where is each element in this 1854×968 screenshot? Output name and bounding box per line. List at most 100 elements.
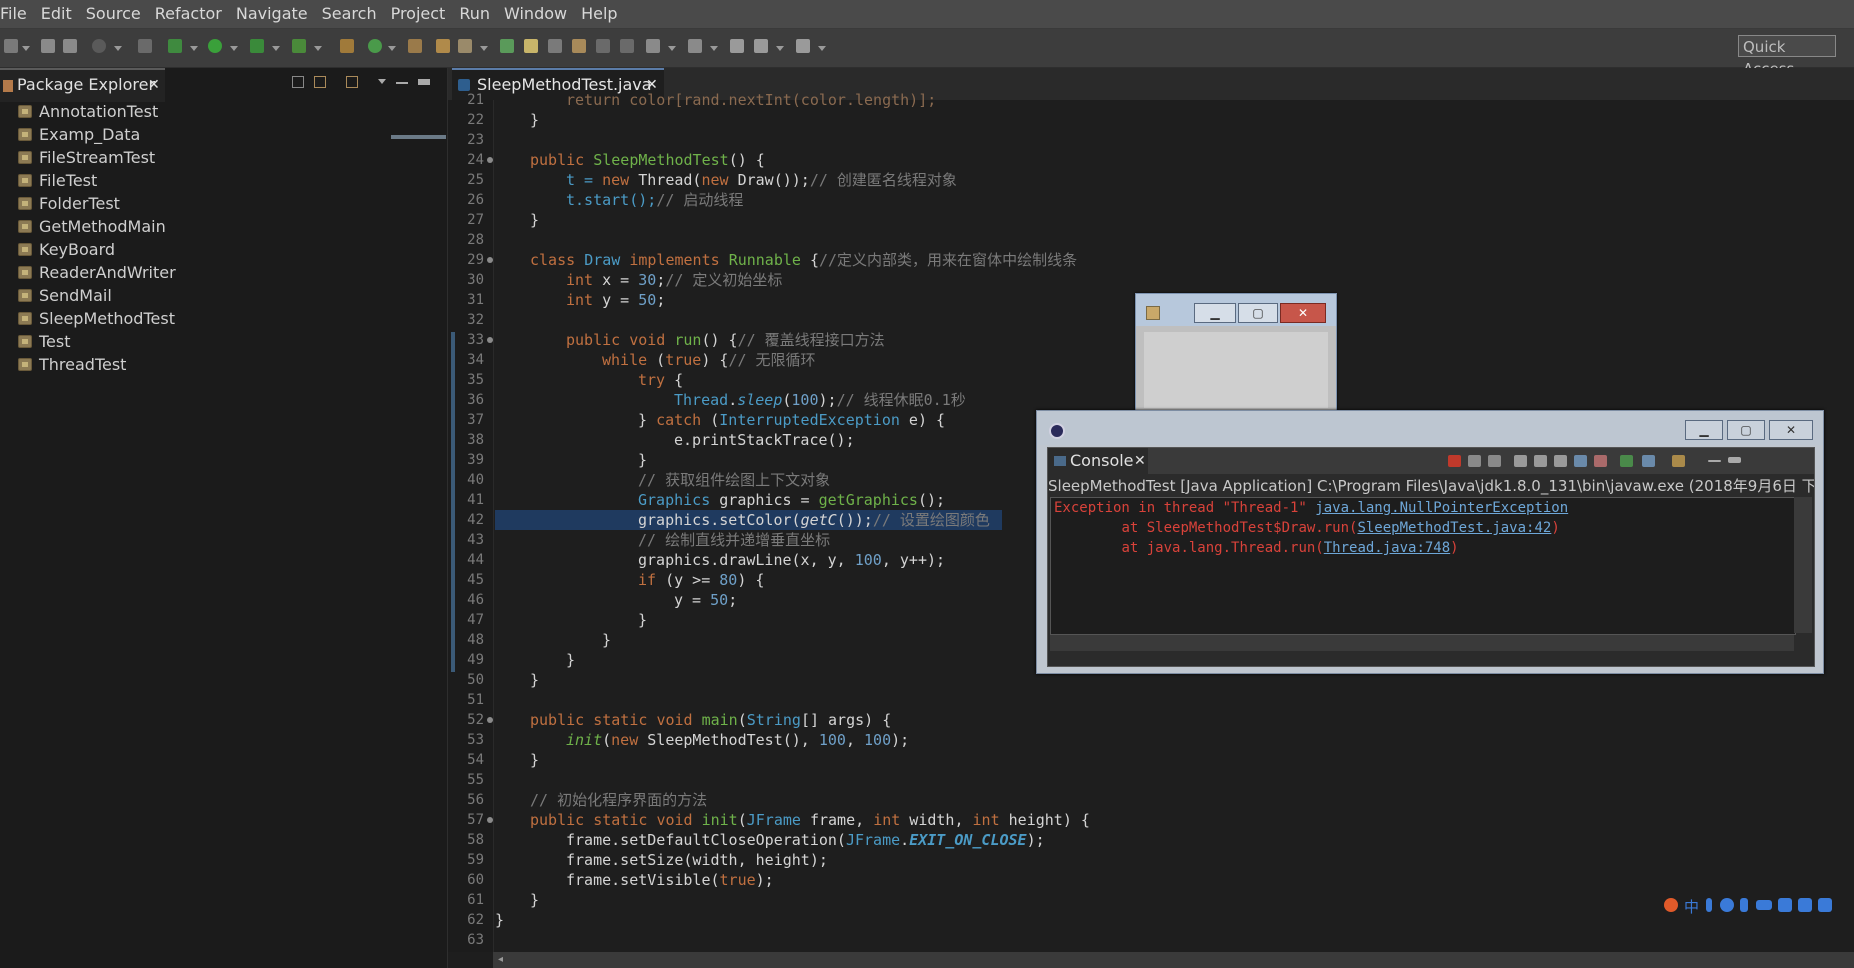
- stack-trace-link[interactable]: SleepMethodTest.java:42: [1357, 520, 1551, 536]
- new-class-icon[interactable]: [368, 39, 382, 53]
- close-icon[interactable]: ✕: [1134, 448, 1146, 474]
- save-all-icon[interactable]: [63, 39, 77, 53]
- project-item[interactable]: FolderTest: [18, 193, 120, 215]
- view-menu-icon[interactable]: [376, 76, 388, 88]
- emoji-icon[interactable]: [1720, 898, 1734, 912]
- chevron-down-icon[interactable]: [114, 46, 122, 51]
- maximize-button[interactable]: ▢: [1727, 420, 1765, 440]
- skip-breakpoints-icon[interactable]: [138, 39, 152, 53]
- menu-help[interactable]: Help: [574, 0, 624, 24]
- display-selected-console-icon[interactable]: [1642, 455, 1655, 467]
- project-item[interactable]: FileStreamTest: [18, 147, 155, 169]
- menu-navigate[interactable]: Navigate: [229, 0, 315, 24]
- menu-run[interactable]: Run: [452, 0, 497, 24]
- chevron-down-icon[interactable]: [710, 46, 718, 51]
- new-icon[interactable]: [4, 39, 18, 53]
- skin-icon[interactable]: [1798, 898, 1812, 912]
- highlight-icon[interactable]: [524, 39, 538, 53]
- toolbox-icon[interactable]: [1818, 898, 1832, 912]
- coverage-icon[interactable]: [250, 39, 264, 53]
- prev-annotation-icon[interactable]: [688, 39, 702, 53]
- back-icon[interactable]: [754, 39, 768, 53]
- chevron-down-icon[interactable]: [776, 46, 784, 51]
- tab-package-explorer[interactable]: Package Explorer ✕: [0, 68, 165, 102]
- minimize-icon[interactable]: [396, 76, 408, 84]
- ime-mode-label[interactable]: 中: [1684, 896, 1699, 917]
- debug-run-icon[interactable]: [168, 39, 182, 53]
- menu-source[interactable]: Source: [79, 0, 148, 24]
- console-window-title-bar[interactable]: ▁ ▢ ✕: [1037, 411, 1823, 445]
- console-vertical-scrollbar[interactable]: [1794, 497, 1812, 633]
- fold-toggle-icon[interactable]: [487, 717, 493, 723]
- debug-icon[interactable]: [92, 39, 106, 53]
- save-icon[interactable]: [41, 39, 55, 53]
- maximize-icon[interactable]: [1728, 457, 1741, 463]
- chevron-down-icon[interactable]: [230, 46, 238, 51]
- chevron-down-icon[interactable]: [388, 46, 396, 51]
- show-on-stderr-icon[interactable]: [1594, 455, 1607, 467]
- drawing-canvas[interactable]: [1144, 332, 1328, 408]
- fold-toggle-icon[interactable]: [487, 257, 493, 263]
- chevron-down-icon[interactable]: [272, 46, 280, 51]
- menu-file[interactable]: File: [0, 0, 34, 24]
- pilcrow-icon[interactable]: [620, 39, 634, 53]
- scroll-lock-icon[interactable]: [1534, 455, 1547, 467]
- focus-icon[interactable]: [346, 76, 358, 88]
- minimize-button[interactable]: ▁: [1194, 303, 1236, 323]
- forward-icon[interactable]: [796, 39, 810, 53]
- stack-trace-link[interactable]: Thread.java:748: [1324, 540, 1450, 556]
- link-with-editor-icon[interactable]: [314, 76, 326, 88]
- chevron-down-icon[interactable]: [818, 46, 826, 51]
- word-wrap-icon[interactable]: [1554, 455, 1567, 467]
- external-tools-icon[interactable]: [292, 39, 306, 53]
- chevron-down-icon[interactable]: [22, 46, 30, 51]
- fold-toggle-icon[interactable]: [487, 157, 493, 163]
- fold-toggle-icon[interactable]: [487, 337, 493, 343]
- microphone-icon[interactable]: [1740, 898, 1748, 912]
- remove-launch-icon[interactable]: [1468, 455, 1481, 467]
- terminate-icon[interactable]: [1448, 455, 1461, 467]
- open-console-icon[interactable]: [1672, 455, 1685, 467]
- keyboard-icon[interactable]: [1756, 900, 1772, 910]
- chevron-down-icon[interactable]: [668, 46, 676, 51]
- chevron-down-icon[interactable]: [190, 46, 198, 51]
- project-item[interactable]: SendMail: [18, 285, 112, 307]
- maximize-icon[interactable]: [418, 79, 430, 85]
- close-button[interactable]: ✕: [1769, 420, 1813, 440]
- project-item[interactable]: FileTest: [18, 170, 97, 192]
- punctuation-icon[interactable]: [1706, 898, 1712, 912]
- menu-edit[interactable]: Edit: [34, 0, 79, 24]
- project-item[interactable]: ThreadTest: [18, 354, 126, 376]
- last-edit-icon[interactable]: [730, 39, 744, 53]
- open-type-icon[interactable]: [408, 39, 422, 53]
- menu-refactor[interactable]: Refactor: [148, 0, 229, 24]
- minimize-button[interactable]: ▁: [1685, 420, 1723, 440]
- project-item[interactable]: Test: [18, 331, 71, 353]
- scroll-left-icon[interactable]: ◂: [498, 954, 503, 965]
- pin-console-icon[interactable]: [1620, 455, 1633, 467]
- toggle-mark-icon[interactable]: [500, 39, 514, 53]
- close-icon[interactable]: ✕: [148, 70, 160, 100]
- console-window[interactable]: ▁ ▢ ✕ Console ✕ SleepMethodTest [Java Ap…: [1036, 410, 1824, 674]
- remove-all-launches-icon[interactable]: [1488, 455, 1501, 467]
- open-folder-icon[interactable]: [436, 39, 450, 53]
- clear-console-icon[interactable]: [1514, 455, 1527, 467]
- sogou-logo-icon[interactable]: [1664, 898, 1678, 912]
- menu-project[interactable]: Project: [384, 0, 453, 24]
- show-whitespace-icon[interactable]: [548, 39, 562, 53]
- close-button[interactable]: ✕: [1280, 303, 1326, 323]
- project-item[interactable]: KeyBoard: [18, 239, 115, 261]
- project-item[interactable]: ReaderAndWriter: [18, 262, 176, 284]
- menu-window[interactable]: Window: [497, 0, 574, 24]
- user-icon[interactable]: [1778, 898, 1792, 912]
- exception-link[interactable]: java.lang.NullPointerException: [1315, 500, 1568, 516]
- package-explorer-scrollbar[interactable]: [391, 135, 446, 139]
- chevron-down-icon[interactable]: [314, 46, 322, 51]
- console-output[interactable]: Exception in thread "Thread-1" java.lang…: [1050, 497, 1796, 635]
- next-annotation-icon[interactable]: [646, 39, 660, 53]
- chevron-down-icon[interactable]: [480, 46, 488, 51]
- running-app-window[interactable]: ▁ ▢ ✕: [1135, 293, 1337, 416]
- show-on-stdout-icon[interactable]: [1574, 455, 1587, 467]
- minimize-icon[interactable]: [1708, 460, 1721, 462]
- editor-horizontal-scrollbar[interactable]: [493, 952, 1854, 968]
